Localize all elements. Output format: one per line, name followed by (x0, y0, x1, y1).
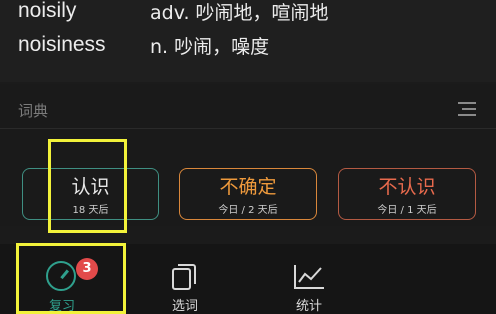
cards-icon (172, 264, 196, 290)
highlight-box (48, 139, 127, 233)
tab-stats-label: 统计 (295, 299, 322, 314)
unknown-button-label: 不认识 (378, 176, 436, 198)
word-row[interactable]: noisily adv. 吵闹地，喧闹地 (18, 0, 329, 26)
highlight-box (16, 243, 126, 314)
divider (0, 128, 496, 129)
word-text: noisily (18, 0, 77, 22)
word-row[interactable]: noisiness n. 吵闹，噪度 (18, 30, 269, 60)
tab-statistics[interactable]: 统计 (264, 244, 354, 314)
unknown-button[interactable]: 不认识 今日 / 1 天后 (338, 168, 476, 220)
unknown-button-interval: 今日 / 1 天后 (377, 205, 437, 216)
unsure-button-interval: 今日 / 2 天后 (218, 205, 278, 216)
dictionary-label: 词典 (18, 102, 49, 120)
unsure-button[interactable]: 不确定 今日 / 2 天后 (179, 168, 317, 220)
word-list: noisily adv. 吵闹地，喧闹地 noisiness n. 吵闹，噪度 (0, 0, 496, 82)
menu-icon[interactable] (456, 102, 476, 116)
tab-select-words[interactable]: 选词 (140, 244, 230, 314)
chart-line-icon (294, 265, 324, 289)
word-text: noisiness (18, 33, 106, 56)
tab-select-label: 选词 (171, 299, 198, 314)
word-definition: adv. 吵闹地，喧闹地 (150, 1, 329, 24)
word-definition: n. 吵闹，噪度 (150, 35, 270, 58)
unsure-button-label: 不确定 (219, 176, 277, 198)
